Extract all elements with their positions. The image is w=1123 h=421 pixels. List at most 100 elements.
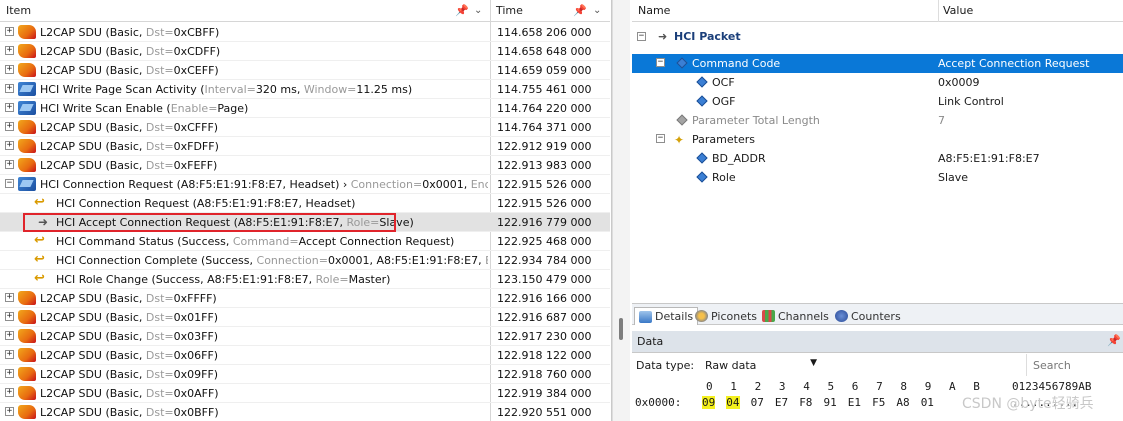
- expand-icon[interactable]: +: [5, 27, 14, 36]
- table-row[interactable]: ↩ HCI Connection Request (A8:F5:E1:91:F8:…: [0, 194, 610, 213]
- table-row[interactable]: + HCI Write Page Scan Activity (Interval=…: [0, 80, 610, 99]
- desc-text: L2CAP SDU (Basic,: [40, 63, 146, 77]
- table-row[interactable]: + L2CAP SDU (Basic, Dst=0x01FF) 122.916 68…: [0, 308, 610, 327]
- table-row[interactable]: ↩ HCI Command Status (Success, Command=Ac…: [0, 232, 610, 251]
- row-time: 122.915 526 000: [497, 177, 592, 191]
- tab-piconets[interactable]: Piconets: [695, 307, 757, 325]
- row-description: L2CAP SDU (Basic, Dst=0x09FF): [40, 368, 488, 381]
- table-row[interactable]: + HCI Write Scan Enable (Enable=Page) 114.…: [0, 99, 610, 118]
- data-type-label: Data type:: [636, 359, 695, 372]
- column-header-name[interactable]: Name: [638, 4, 670, 17]
- expand-icon[interactable]: +: [5, 122, 14, 131]
- property-row[interactable]: BD_ADDR A8:F5:E1:91:F8:E7: [632, 149, 1123, 168]
- table-row[interactable]: ↩ HCI Connection Complete (Success, Conne…: [0, 251, 610, 270]
- pin-icon[interactable]: 📌: [455, 4, 469, 17]
- hex-header-row: 0 1 2 3 4 5 6 7 8 9 A B 0123456789AB: [632, 380, 1123, 394]
- desc-text: L2CAP SDU (Basic,: [40, 158, 146, 172]
- properties-header: Name Value: [632, 0, 1123, 22]
- vertical-scrollbar[interactable]: [612, 0, 630, 421]
- row-description: HCI Connection Complete (Success, Connec…: [56, 254, 488, 267]
- property-row[interactable]: Role Slave: [632, 168, 1123, 187]
- field-value: 0x09FF): [173, 367, 219, 381]
- event-reply-icon: ↩: [34, 233, 45, 248]
- chevron-down-icon[interactable]: ⌄: [474, 5, 482, 16]
- table-row[interactable]: + L2CAP SDU (Basic, Dst=0x0BFF) 122.920 55…: [0, 403, 610, 421]
- field-value: 0x06FF): [173, 348, 219, 362]
- data-type-select[interactable]: Raw data ▼: [702, 356, 820, 374]
- table-row[interactable]: + L2CAP SDU (Basic, Dst=0xCFFF) 114.764 37…: [0, 118, 610, 137]
- expand-icon[interactable]: +: [5, 369, 14, 378]
- expand-icon[interactable]: +: [5, 141, 14, 150]
- row-description: HCI Command Status (Success, Command=Acc…: [56, 235, 488, 248]
- hex-column-label: 0: [706, 380, 713, 393]
- expand-icon[interactable]: +: [5, 103, 14, 112]
- tab-details[interactable]: Details: [634, 307, 699, 325]
- field-value: Page): [217, 101, 249, 115]
- property-row[interactable]: OGF Link Control: [632, 92, 1123, 111]
- chevron-down-icon[interactable]: ⌄: [593, 5, 601, 16]
- property-row[interactable]: OCF 0x0009: [632, 73, 1123, 92]
- hex-byte: 01: [920, 396, 934, 409]
- desc-text: L2CAP SDU (Basic,: [40, 291, 146, 305]
- table-row[interactable]: ↩ HCI Role Change (Success, A8:F5:E1:91:F…: [0, 270, 610, 289]
- table-row[interactable]: + L2CAP SDU (Basic, Dst=0x0AFF) 122.919 38…: [0, 384, 610, 403]
- property-value: Link Control: [938, 95, 1004, 108]
- row-time: 122.916 166 000: [497, 291, 592, 305]
- expand-icon[interactable]: +: [5, 407, 14, 416]
- table-row[interactable]: − HCI Connection Request (A8:F5:E1:91:F8:…: [0, 175, 610, 194]
- collapse-icon[interactable]: −: [656, 58, 665, 67]
- column-header-time[interactable]: Time 📌 ⌄: [490, 0, 610, 22]
- table-row[interactable]: + L2CAP SDU (Basic, Dst=0x09FF) 122.918 76…: [0, 365, 610, 384]
- column-header-item[interactable]: Item 📌 ⌄: [0, 0, 490, 22]
- expand-icon[interactable]: +: [5, 84, 14, 93]
- field-name: Dst=: [145, 310, 174, 324]
- tab-counters[interactable]: Counters: [835, 307, 901, 325]
- row-time: 114.658 648 000: [497, 44, 592, 58]
- table-row[interactable]: + L2CAP SDU (Basic, Dst=0x06FF) 122.918 12…: [0, 346, 610, 365]
- table-row[interactable]: + L2CAP SDU (Basic, Dst=0xCDFF) 114.658 64…: [0, 42, 610, 61]
- hex-byte: A8: [896, 396, 910, 409]
- table-row[interactable]: + L2CAP SDU (Basic, Dst=0xFDFF) 122.912 91…: [0, 137, 610, 156]
- packet-list-pane: Item 📌 ⌄ Time 📌 ⌄ + L2CAP SDU (Basic, Dst…: [0, 0, 612, 421]
- search-input[interactable]: Search: [1026, 354, 1123, 376]
- pin-icon[interactable]: 📌: [1107, 334, 1121, 347]
- hex-column-label: 2: [754, 380, 762, 393]
- field-name: Dst=: [145, 386, 174, 400]
- field-value: Master): [348, 272, 391, 286]
- property-row[interactable]: − ✦ Parameters: [632, 130, 1123, 149]
- expand-icon[interactable]: +: [5, 46, 14, 55]
- table-row[interactable]: + L2CAP SDU (Basic, Dst=0xCEFF) 114.659 05…: [0, 61, 610, 80]
- desc-text: HCI Write Page Scan Activity (: [40, 82, 205, 96]
- collapse-icon[interactable]: −: [637, 32, 646, 41]
- tab-channels[interactable]: Channels: [762, 307, 829, 325]
- hex-column-label: 9: [924, 380, 932, 393]
- field-name: Enable=: [170, 101, 218, 115]
- pin-icon[interactable]: 📌: [573, 4, 587, 17]
- column-header-value[interactable]: Value: [938, 0, 973, 22]
- expand-icon[interactable]: +: [5, 312, 14, 321]
- l2cap-icon: [18, 348, 36, 362]
- expand-icon[interactable]: +: [5, 388, 14, 397]
- property-value: 0x0009: [938, 76, 980, 89]
- property-row[interactable]: − Command Code Accept Connection Request: [632, 54, 1123, 73]
- table-row[interactable]: + L2CAP SDU (Basic, Dst=0xFFFF) 122.916 16…: [0, 289, 610, 308]
- expand-icon[interactable]: +: [5, 160, 14, 169]
- expand-icon[interactable]: +: [5, 331, 14, 340]
- hex-column-label: A: [949, 380, 956, 393]
- table-row[interactable]: + L2CAP SDU (Basic, Dst=0xFEFF) 122.913 98…: [0, 156, 610, 175]
- property-row[interactable]: Parameter Total Length 7: [632, 111, 1123, 130]
- expand-icon[interactable]: +: [5, 350, 14, 359]
- field-value: 0xFEFF): [173, 158, 218, 172]
- collapse-icon[interactable]: −: [656, 134, 665, 143]
- expand-icon[interactable]: +: [5, 293, 14, 302]
- table-row[interactable]: + L2CAP SDU (Basic, Dst=0xCBFF) 114.658 20…: [0, 23, 610, 42]
- scrollbar-thumb[interactable]: [619, 318, 623, 340]
- expand-icon[interactable]: +: [5, 65, 14, 74]
- table-row[interactable]: + L2CAP SDU (Basic, Dst=0x03FF) 122.917 23…: [0, 327, 610, 346]
- packet-title-row[interactable]: − ➜ HCI Packet: [632, 27, 1123, 46]
- row-description: L2CAP SDU (Basic, Dst=0x06FF): [40, 349, 488, 362]
- property-name: Command Code: [692, 57, 781, 70]
- hex-column-label: 5: [827, 380, 835, 393]
- highlight-box: [23, 213, 396, 232]
- collapse-icon[interactable]: −: [5, 179, 14, 188]
